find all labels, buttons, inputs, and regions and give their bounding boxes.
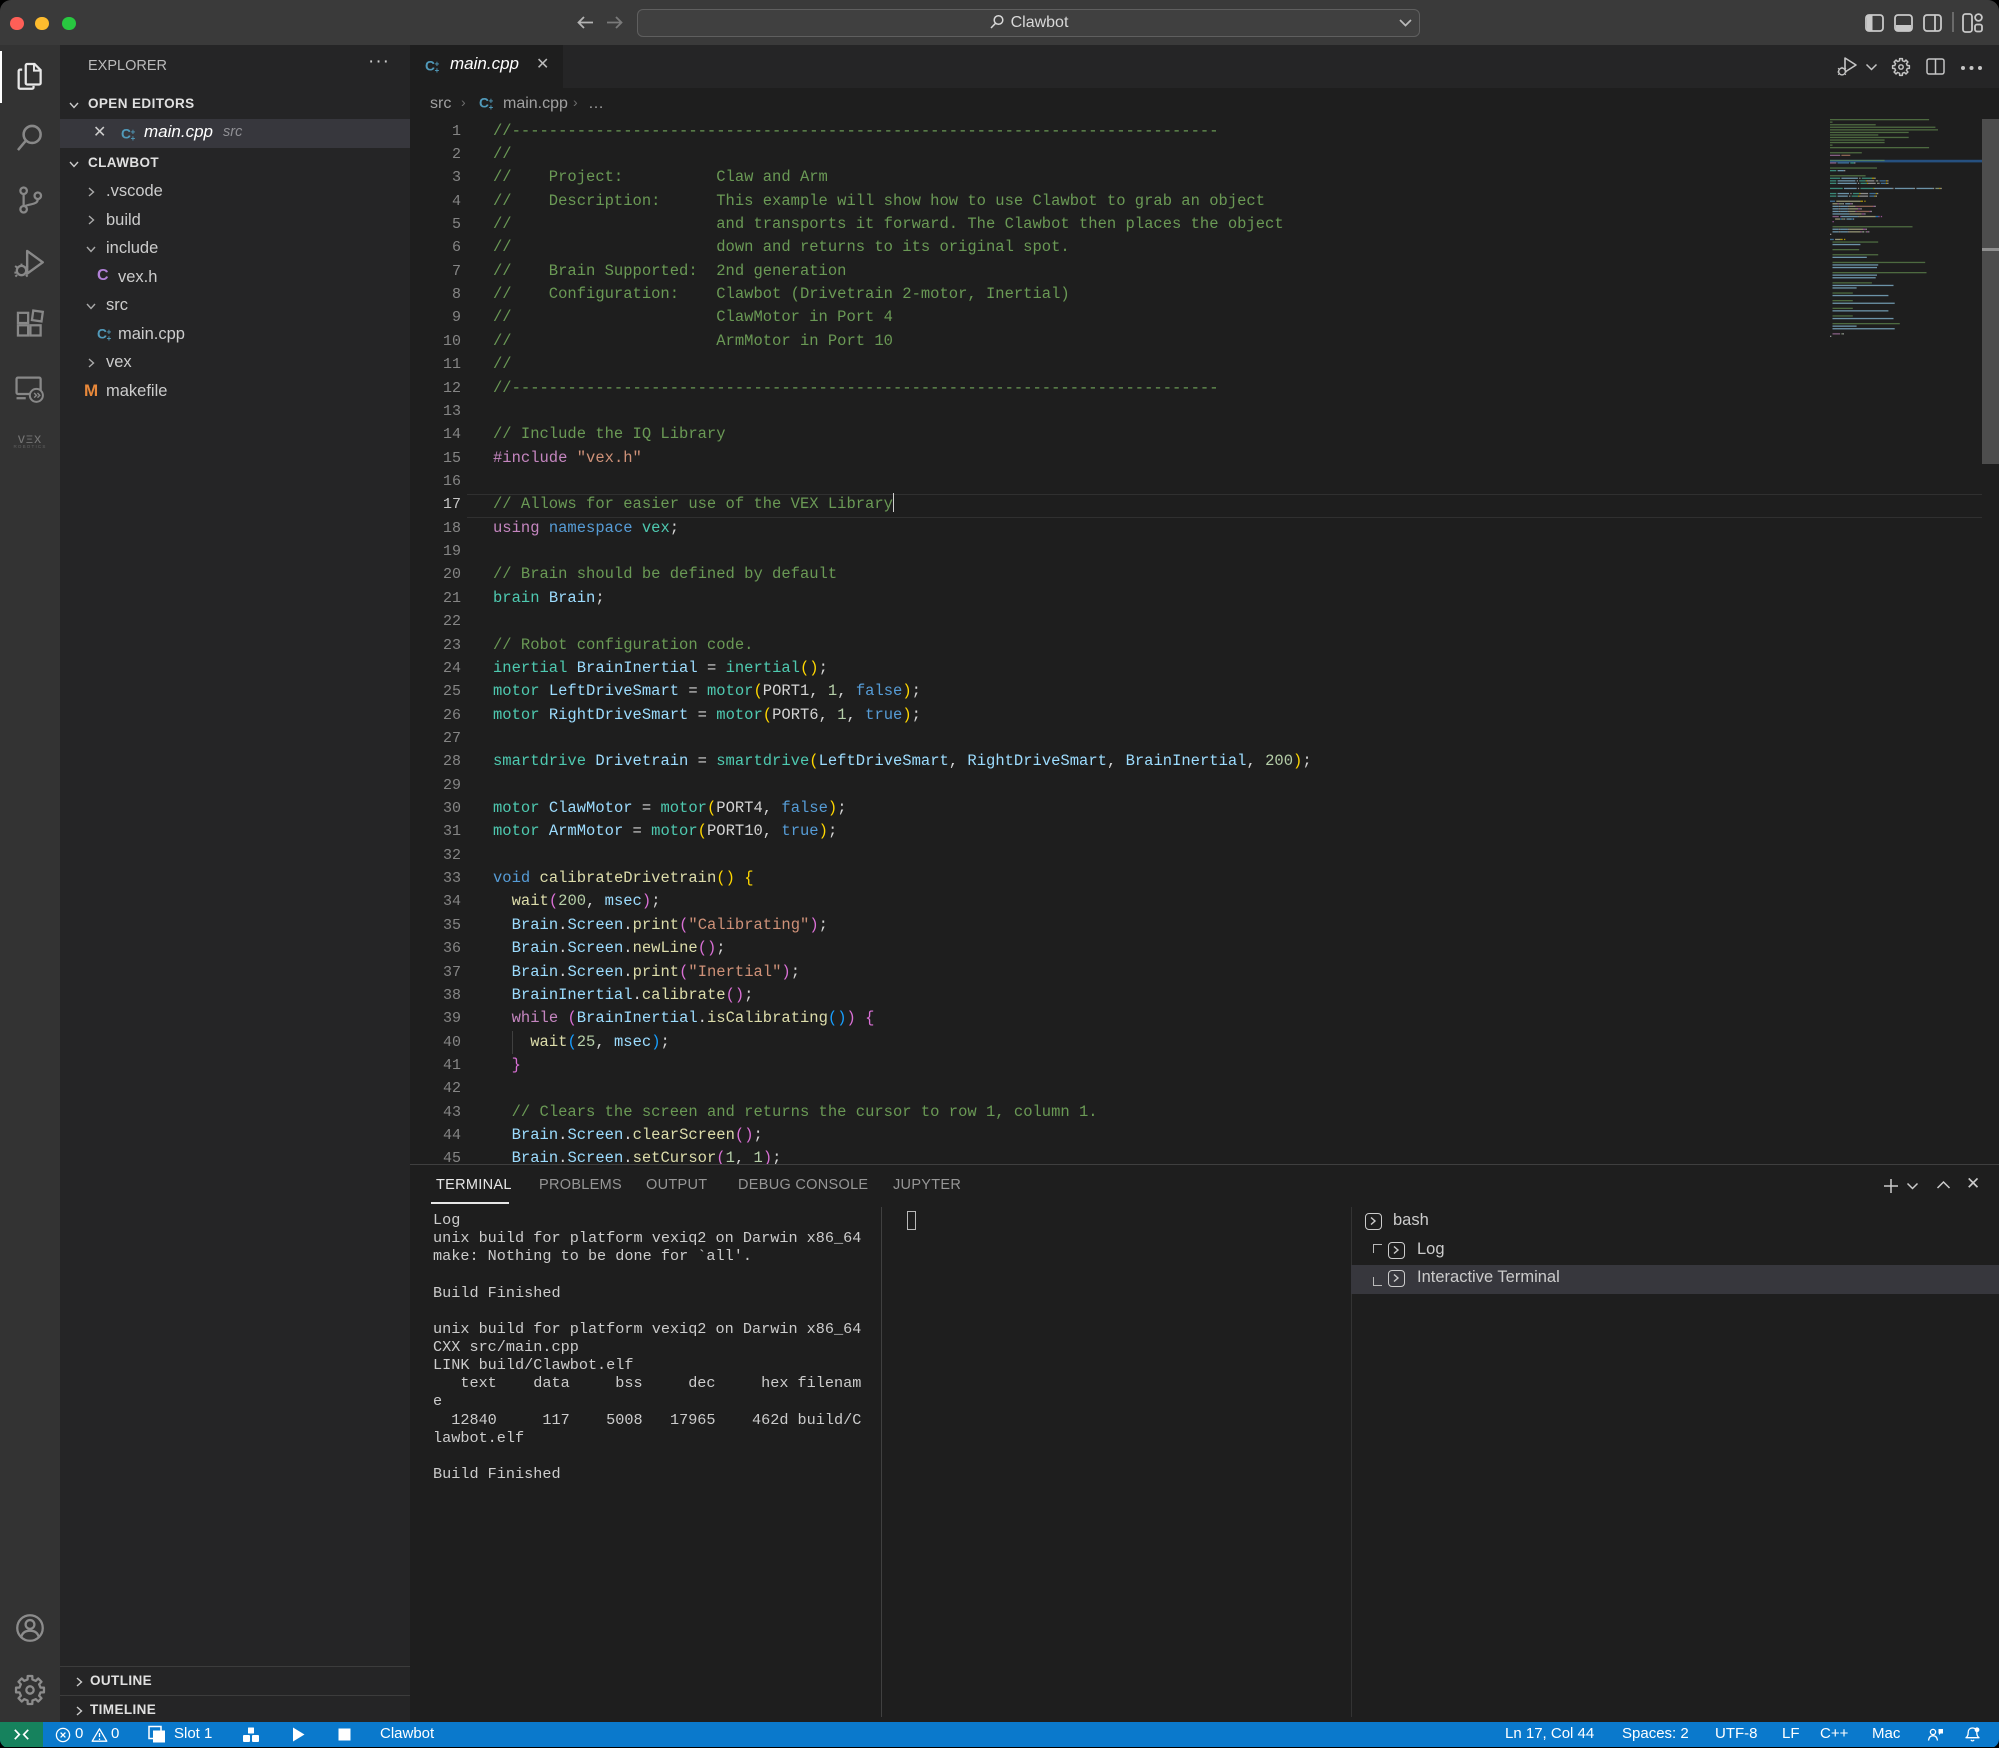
svg-text:C: C bbox=[479, 94, 489, 110]
svg-text:C: C bbox=[97, 325, 107, 341]
svg-text:C: C bbox=[121, 125, 131, 141]
svg-text:C: C bbox=[425, 57, 435, 73]
svg-text:+: + bbox=[435, 66, 440, 74]
svg-text:+: + bbox=[489, 103, 494, 111]
svg-text:+: + bbox=[131, 134, 136, 142]
svg-text:+: + bbox=[107, 334, 112, 342]
